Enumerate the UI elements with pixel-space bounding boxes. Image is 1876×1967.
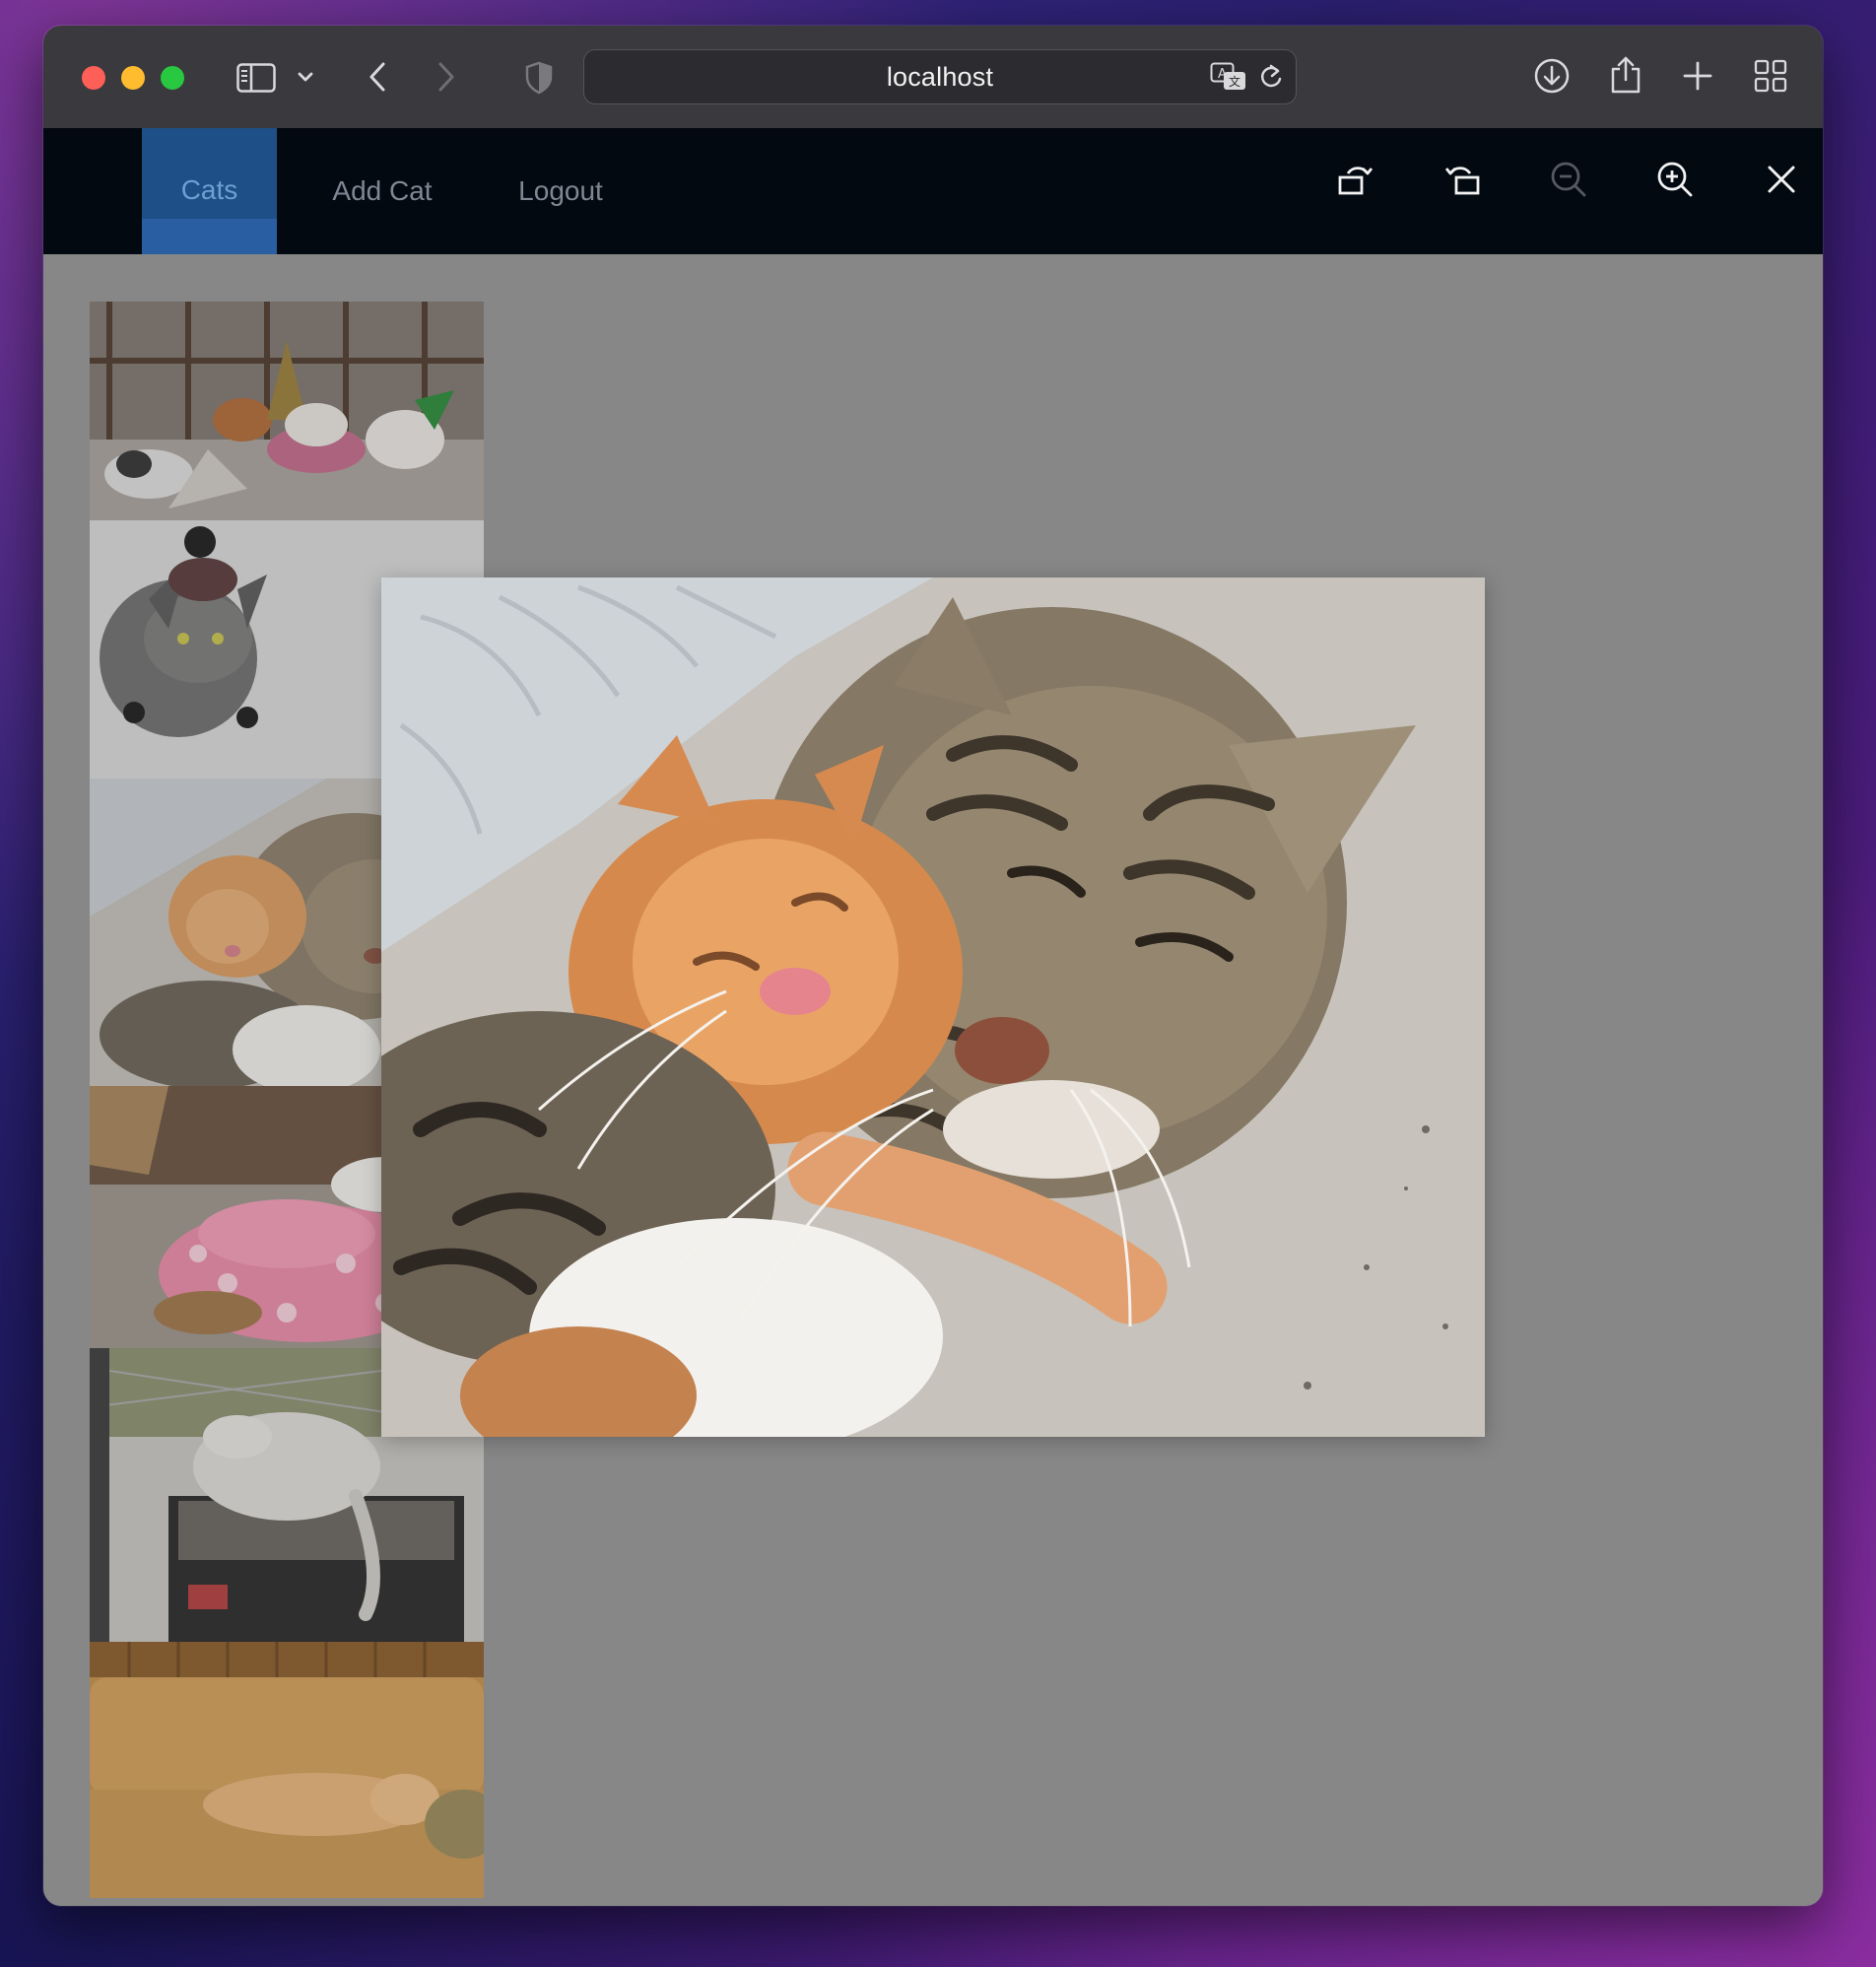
kitten-and-cat-photo bbox=[381, 577, 1485, 1437]
grid-icon[interactable] bbox=[1752, 57, 1789, 95]
sidebar-icon[interactable] bbox=[234, 61, 278, 95]
reload-icon[interactable] bbox=[1256, 62, 1286, 92]
viewer-open-image[interactable] bbox=[381, 577, 1485, 1437]
gallery-content bbox=[43, 254, 1823, 1906]
cat-on-sofa-photo[interactable] bbox=[90, 1642, 484, 1898]
download-icon[interactable] bbox=[1531, 55, 1573, 97]
shield-icon[interactable] bbox=[522, 59, 556, 97]
nav-item-logout[interactable]: Logout bbox=[487, 128, 635, 254]
svg-text:文: 文 bbox=[1229, 74, 1240, 89]
nav-item-add-cat[interactable]: Add Cat bbox=[303, 128, 461, 254]
zoom-out-icon[interactable] bbox=[1539, 150, 1598, 209]
nav-item-label: Add Cat bbox=[332, 175, 433, 206]
rotate-left-icon[interactable] bbox=[1326, 150, 1385, 209]
chevron-right-icon[interactable] bbox=[430, 59, 463, 95]
address-bar[interactable]: localhost A文 bbox=[583, 49, 1297, 104]
plus-icon[interactable] bbox=[1679, 57, 1716, 95]
close-window-button[interactable] bbox=[82, 66, 105, 90]
nav-item-label: Logout bbox=[518, 175, 603, 206]
minimize-window-button[interactable] bbox=[121, 66, 145, 90]
party-cats-photo[interactable] bbox=[90, 302, 484, 520]
close-icon[interactable] bbox=[1752, 150, 1811, 209]
browser-toolbar: localhost A文 bbox=[43, 26, 1823, 129]
share-icon[interactable] bbox=[1606, 53, 1645, 97]
rotate-right-icon[interactable] bbox=[1433, 150, 1492, 209]
url-text: localhost bbox=[886, 61, 994, 92]
zoom-in-icon[interactable] bbox=[1645, 150, 1705, 209]
nav-item-label: Cats bbox=[180, 174, 238, 205]
chevron-left-icon[interactable] bbox=[361, 59, 394, 95]
translate-icon[interactable]: A文 bbox=[1209, 60, 1248, 94]
chevron-down-icon[interactable] bbox=[294, 65, 317, 89]
nav-item-cats[interactable]: Cats bbox=[142, 128, 277, 254]
zoom-window-button[interactable] bbox=[161, 66, 184, 90]
browser-window: localhost A文 Cats Add Cat Logout bbox=[43, 26, 1823, 1906]
app-navbar: Cats Add Cat Logout bbox=[43, 128, 1823, 254]
